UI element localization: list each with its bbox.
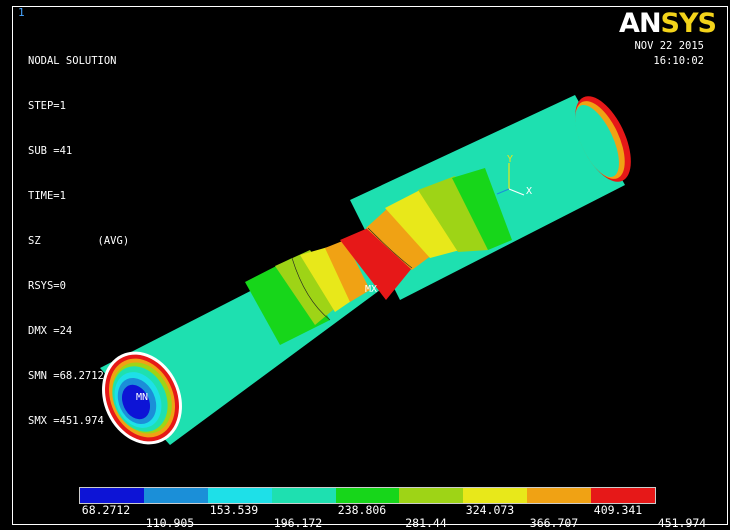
legend-value: 409.341 xyxy=(593,503,643,517)
legend-color-band xyxy=(399,488,464,503)
fea-model-view[interactable] xyxy=(0,0,730,527)
legend-value: 324.073 xyxy=(465,503,515,517)
legend-value: 153.539 xyxy=(209,503,259,517)
triad-x-label: X xyxy=(526,186,533,197)
legend-value: 196.172 xyxy=(273,516,323,530)
max-label: MX xyxy=(365,284,378,295)
min-label: MN xyxy=(136,392,149,403)
legend-color-band xyxy=(271,488,336,503)
legend-value: 68.2712 xyxy=(81,503,131,517)
legend-value: 281.44 xyxy=(405,516,447,530)
legend-value: 110.905 xyxy=(145,516,195,530)
legend-color-band xyxy=(527,488,592,503)
legend-value: 366.707 xyxy=(529,516,579,530)
legend-color-band xyxy=(80,488,144,503)
legend-value: 238.806 xyxy=(337,503,387,517)
legend-color-band xyxy=(335,488,400,503)
legend-color-band xyxy=(591,488,656,503)
legend-color-band xyxy=(463,488,528,503)
contour-legend xyxy=(79,487,656,504)
triad-y-label: Y xyxy=(507,154,514,165)
legend-color-band xyxy=(143,488,208,503)
legend-value: 451.974 xyxy=(657,516,707,530)
legend-color-band xyxy=(207,488,272,503)
